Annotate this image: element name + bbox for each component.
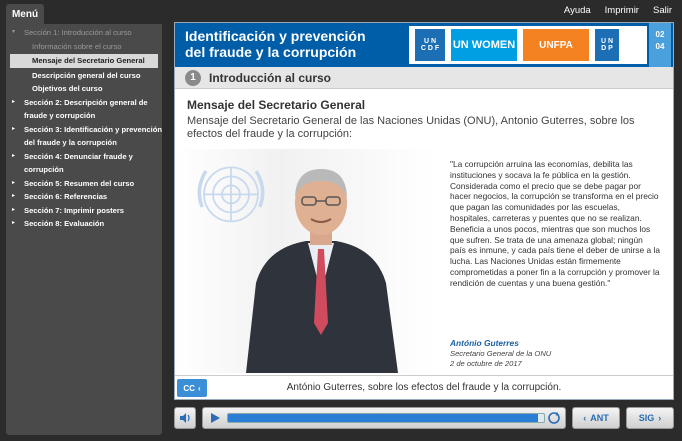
unfpa-logo: UNFPA	[523, 29, 589, 61]
next-button[interactable]: SIG ›	[626, 407, 674, 429]
help-link[interactable]: Ayuda	[564, 5, 591, 16]
sidebar-item[interactable]: del fraude y la corrupción	[6, 136, 162, 150]
section-number: 1	[185, 70, 201, 86]
sidebar-item-label: Sección 6: Referencias	[24, 192, 108, 201]
sidebar-item-label: Objetivos del curso	[32, 84, 103, 93]
replay-icon[interactable]	[547, 411, 561, 425]
sidebar-item[interactable]: ▸ Sección 5: Resumen del curso	[6, 177, 162, 191]
previous-label: ANT	[590, 413, 609, 423]
section-band: 1 Introducción al curso	[175, 67, 673, 89]
sidebar-item[interactable]: ▸ Sección 4: Denunciar fraude y	[6, 150, 162, 164]
course-title-line2: del fraude y la corrupción	[185, 44, 357, 60]
course-header: Identificación y prevención del fraude y…	[175, 23, 673, 67]
undp-logo-bottom: D P	[601, 45, 613, 52]
sidebar-item-label: Información sobre el curso	[32, 41, 122, 51]
play-icon[interactable]	[209, 412, 221, 424]
sidebar-item-label: Descripción general del curso	[32, 70, 141, 80]
sidebar-menu: ▾ Sección 1: Introducción al curso Informa…	[6, 24, 162, 435]
chevron-left-icon: ‹	[583, 413, 587, 423]
progress-bar[interactable]	[227, 413, 545, 423]
caption-text: António Guterres, sobre los efectos del …	[286, 382, 562, 393]
caret-right-icon: ▸	[12, 179, 16, 186]
next-label: SIG	[638, 413, 655, 423]
caret-right-icon: ▸	[12, 98, 16, 105]
caret-right-icon: ▸	[12, 220, 16, 226]
sidebar-item[interactable]: fraude y corrupción	[6, 109, 162, 123]
caret-down-icon: ▾	[12, 29, 16, 35]
sidebar-item-label: Sección 4: Denunciar fraude y	[24, 151, 133, 161]
uncdf-logo-top: U N	[423, 38, 437, 45]
quote-role: Secretario General de la ONU 2 de octubr…	[450, 349, 650, 369]
sidebar-item[interactable]: ▸ Sección 6: Referencias	[6, 190, 162, 204]
quote-author-role: Secretario General de la ONU	[450, 349, 552, 358]
page-total: 04	[655, 42, 665, 51]
sidebar-item[interactable]: Mensaje del Secretario General	[10, 54, 158, 68]
secretary-general-photo	[246, 169, 398, 373]
chevron-left-icon: ‹	[197, 383, 201, 393]
undp-logo: U N D P	[595, 29, 619, 61]
caret-right-icon: ▸	[12, 193, 16, 199]
player-controls: ‹ ANT SIG ›	[0, 404, 682, 436]
quote-author: António Guterres	[450, 338, 519, 348]
sidebar-item-label: del fraude y la corrupción	[24, 138, 117, 147]
top-bar: Menú Ayuda Imprimir Salir	[0, 0, 682, 25]
partner-logos: U N C D F UN WOMEN UNFPA U N D P	[409, 26, 647, 64]
sidebar-item-label: Sección 2: Descripción general de	[24, 97, 148, 107]
sidebar-item-label: fraude y corrupción	[24, 111, 96, 120]
uncdf-logo: U N C D F	[415, 29, 445, 61]
sidebar-item[interactable]: ▸ Sección 3: Identificación y prevención	[6, 123, 162, 137]
course-title: Identificación y prevención del fraude y…	[185, 28, 385, 60]
section-title: Introducción al curso	[209, 71, 332, 85]
quote-text: "La corrupción arruina las economías, de…	[450, 159, 660, 288]
caret-right-icon: ▸	[12, 152, 16, 159]
quote-date: 2 de octubre de 2017	[450, 359, 522, 368]
course-title-line1: Identificación y prevención	[185, 28, 366, 44]
sidebar-item-label: Sección 7: Imprimir posters	[24, 205, 125, 215]
photo-area	[176, 149, 436, 373]
media-player	[202, 407, 566, 429]
chevron-right-icon: ›	[658, 413, 662, 423]
caret-right-icon: ▸	[12, 206, 16, 213]
sidebar-item-label: Sección 5: Resumen del curso	[24, 178, 135, 188]
menu-list: ▾ Sección 1: Introducción al curso Informa…	[6, 24, 162, 231]
caret-right-icon: ▸	[12, 125, 16, 132]
page-counter: 02 04	[649, 23, 671, 67]
page-current: 02	[655, 30, 665, 39]
closed-captions-button[interactable]: CC ‹	[177, 379, 207, 397]
content-panel: Identificación y prevención del fraude y…	[174, 22, 674, 400]
sidebar-item-label: corrupción	[24, 165, 64, 174]
sidebar-item[interactable]: Descripción general del curso	[6, 69, 162, 83]
print-link[interactable]: Imprimir	[605, 5, 639, 16]
sidebar-item[interactable]: ▾ Sección 1: Introducción al curso	[6, 26, 162, 40]
page-heading: Mensaje del Secretario General	[187, 98, 366, 112]
sidebar-item[interactable]: ▸ Sección 7: Imprimir posters	[6, 204, 162, 218]
previous-button[interactable]: ‹ ANT	[572, 407, 620, 429]
intro-text: Mensaje del Secretario General de las Na…	[187, 115, 635, 140]
sidebar-item[interactable]: corrupción	[6, 163, 162, 177]
uncdf-logo-bottom: C D F	[420, 45, 440, 52]
sidebar-item-label: Sección 3: Identificación y prevención	[24, 124, 162, 134]
sidebar-item-label: Sección 8: Evaluación	[24, 219, 105, 228]
sidebar-item-label: Sección 1: Introducción al curso	[24, 28, 132, 37]
sidebar-item[interactable]: ▸ Sección 2: Descripción general de	[6, 96, 162, 110]
sidebar-item[interactable]: ▸ Sección 8: Evaluación	[6, 217, 162, 231]
sidebar-item-label: Mensaje del Secretario General	[32, 56, 145, 65]
undp-logo-top: U N	[600, 38, 614, 45]
sidebar-item[interactable]: Información sobre el curso	[6, 40, 162, 54]
top-links: Ayuda Imprimir Salir	[564, 5, 672, 16]
caption-bar: António Guterres, sobre los efectos del …	[175, 375, 673, 399]
cc-label: CC	[183, 383, 195, 393]
menu-tab[interactable]: Menú	[6, 4, 44, 25]
speaker-icon	[180, 413, 190, 423]
volume-button[interactable]	[174, 407, 196, 429]
un-women-logo: UN WOMEN	[451, 29, 517, 61]
progress-fill	[228, 414, 538, 422]
sidebar-item[interactable]: Objetivos del curso	[6, 82, 162, 96]
exit-link[interactable]: Salir	[653, 5, 672, 16]
